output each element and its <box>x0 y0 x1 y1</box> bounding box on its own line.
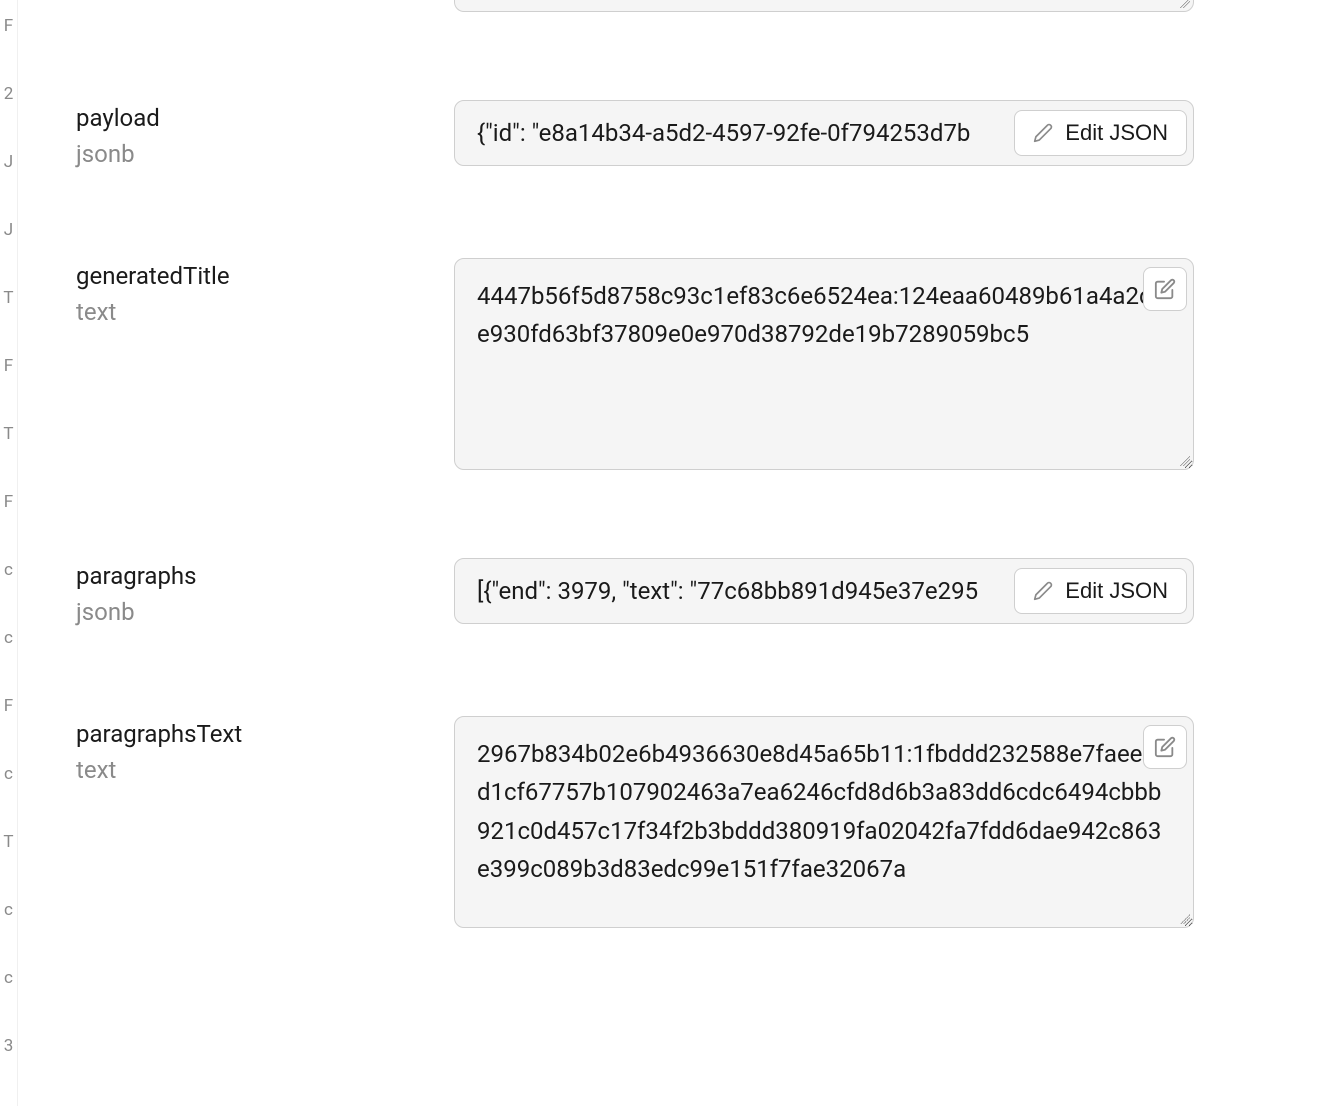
field-type-generated-title: text <box>76 298 230 326</box>
gutter-char: c <box>4 628 13 648</box>
field-name-paragraphs-text: paragraphsText <box>76 720 242 748</box>
gutter-char: F <box>4 356 13 376</box>
payload-labels: payload jsonb <box>76 104 160 168</box>
gutter-char: J <box>4 220 13 240</box>
gutter-char: c <box>4 968 13 988</box>
field-type-payload: jsonb <box>76 140 160 168</box>
main-content: payload jsonb {"id": "e8a14b34-a5d2-4597… <box>18 0 1334 1106</box>
edit-json-button-payload[interactable]: Edit JSON <box>1014 110 1187 156</box>
paragraphs-json-field[interactable]: [{"end": 3979, "text": "77c68bb891d945e3… <box>454 558 1194 624</box>
edit-json-label: Edit JSON <box>1065 120 1168 146</box>
generated-title-labels: generatedTitle text <box>76 262 230 326</box>
gutter-char: F <box>4 492 13 512</box>
generated-title-text-field[interactable] <box>454 258 1194 470</box>
field-type-paragraphs-text: text <box>76 756 242 784</box>
gutter-char: J <box>4 152 13 172</box>
edit-json-button-paragraphs[interactable]: Edit JSON <box>1014 568 1187 614</box>
left-gutter: F 2 J J T F T F c c F c T c c 3 <box>0 0 18 1106</box>
edit-square-icon <box>1154 278 1176 300</box>
field-type-paragraphs: jsonb <box>76 598 197 626</box>
edit-json-label: Edit JSON <box>1065 578 1168 604</box>
gutter-char: T <box>3 288 13 308</box>
previous-field-tail[interactable] <box>454 0 1194 12</box>
gutter-char: 3 <box>4 1036 14 1056</box>
gutter-char: T <box>3 832 13 852</box>
gutter-char: c <box>4 764 13 784</box>
pencil-icon <box>1033 581 1053 601</box>
edit-button-paragraphs-text[interactable] <box>1143 725 1187 769</box>
gutter-char: 2 <box>4 84 14 104</box>
gutter-char: c <box>4 560 13 580</box>
pencil-icon <box>1033 123 1053 143</box>
edit-button-generated-title[interactable] <box>1143 267 1187 311</box>
gutter-char: F <box>4 696 13 716</box>
gutter-char: F <box>4 16 13 36</box>
generated-title-textarea[interactable] <box>477 277 1171 451</box>
paragraphs-labels: paragraphs jsonb <box>76 562 197 626</box>
payload-json-field[interactable]: {"id": "e8a14b34-a5d2-4597-92fe-0f794253… <box>454 100 1194 166</box>
paragraphs-text-labels: paragraphsText text <box>76 720 242 784</box>
edit-square-icon <box>1154 736 1176 758</box>
field-name-generated-title: generatedTitle <box>76 262 230 290</box>
gutter-char: T <box>3 424 13 444</box>
paragraphs-text-textarea[interactable] <box>477 735 1171 909</box>
gutter-char: c <box>4 900 13 920</box>
field-name-paragraphs: paragraphs <box>76 562 197 590</box>
paragraphs-text-field[interactable] <box>454 716 1194 928</box>
field-name-payload: payload <box>76 104 160 132</box>
